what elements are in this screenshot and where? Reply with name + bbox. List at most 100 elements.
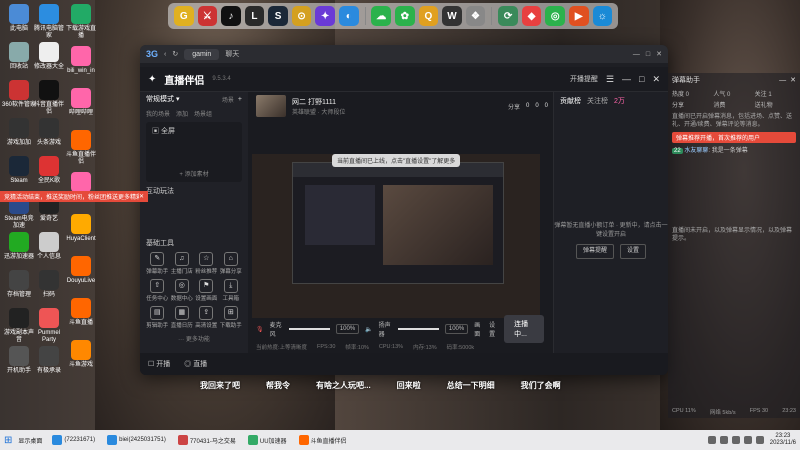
- mic-slider[interactable]: [289, 328, 330, 330]
- dock-app-icon[interactable]: ✿: [395, 6, 415, 26]
- start-stream-button[interactable]: ☐ 开播: [148, 359, 170, 369]
- tab-add[interactable]: 添加: [176, 109, 188, 118]
- desktop-icon[interactable]: 斗鱼游戏: [64, 340, 98, 369]
- taskbar-item[interactable]: 斗鱼直播伴侣: [295, 432, 351, 448]
- tab-follow[interactable]: 关注榜: [587, 96, 608, 106]
- desktop-icon[interactable]: 哔哩哔哩: [64, 88, 98, 117]
- chat-minimize-icon[interactable]: —: [779, 77, 786, 84]
- browser-tab[interactable]: gamin: [184, 48, 220, 60]
- desktop-icon[interactable]: 斗鱼直播: [64, 298, 98, 327]
- desktop-icon[interactable]: 此电脑: [2, 4, 36, 33]
- tray-icon-3[interactable]: [731, 436, 740, 444]
- danmu-remind-button[interactable]: 弹幕提醒: [575, 244, 614, 259]
- dock-app-icon[interactable]: Q: [418, 6, 439, 26]
- speaker-icon[interactable]: 🔈: [365, 326, 372, 333]
- chat-tab[interactable]: 聊天: [225, 49, 239, 59]
- desktop-icon[interactable]: bili_win_in: [64, 46, 98, 75]
- add-scene-icon[interactable]: +: [238, 96, 242, 103]
- settings-button[interactable]: 设置: [489, 320, 498, 338]
- chat-close-icon[interactable]: ✕: [790, 76, 796, 84]
- minimize-icon[interactable]: —: [633, 51, 640, 58]
- tool-button[interactable]: ▤ 剪辑助手: [146, 306, 169, 329]
- scene-item-fullscreen[interactable]: ▣ 全屏: [146, 122, 242, 140]
- back-icon[interactable]: ‹: [164, 51, 166, 58]
- taskbar-item[interactable]: (72231671): [48, 432, 99, 448]
- dock-app-icon[interactable]: L: [244, 6, 265, 26]
- desktop-icon[interactable]: 回收站: [2, 42, 36, 71]
- live-button[interactable]: ◎ 直播: [184, 359, 207, 369]
- mic-icon[interactable]: 🎙: [256, 326, 264, 333]
- close-icon[interactable]: ✕: [656, 50, 662, 58]
- dock-app-icon[interactable]: ☼: [592, 6, 613, 26]
- dock-app-icon[interactable]: G: [174, 6, 194, 26]
- desktop-icon[interactable]: 抖音直播伴侣: [32, 80, 66, 116]
- tool-button[interactable]: ☆ 粉丝推荐: [195, 252, 218, 275]
- tray-icon-1[interactable]: [707, 436, 716, 444]
- tool-button[interactable]: ♫ 主播门店: [171, 252, 194, 275]
- clock[interactable]: 23:23 2023/11/6: [770, 433, 796, 447]
- tool-button[interactable]: ⌂ 弹幕分享: [220, 252, 243, 275]
- more-functions[interactable]: ··· 更多功能: [140, 331, 248, 345]
- desktop-icon[interactable]: 头条游戏: [32, 118, 66, 147]
- taskbar-item[interactable]: biei(2425031751): [103, 432, 170, 448]
- dock-app-icon[interactable]: ✦: [315, 6, 335, 26]
- tray-icon-4[interactable]: [743, 436, 752, 444]
- speaker-slider[interactable]: [398, 328, 439, 330]
- stream-title[interactable]: 网二 打野1111: [292, 97, 345, 107]
- taskbar-item[interactable]: UU加速器: [244, 432, 291, 448]
- desktop-icon[interactable]: 个人信息: [32, 232, 66, 261]
- desktop-icon[interactable]: 开机助手: [2, 346, 36, 375]
- dock-app-icon[interactable]: S: [268, 6, 288, 26]
- tool-button[interactable]: ⊞ 下载助手: [220, 306, 243, 329]
- desktop-icon[interactable]: 全民K歌: [32, 156, 66, 185]
- desktop-icon[interactable]: 腾讯电脑管家: [32, 4, 66, 40]
- desktop-icon[interactable]: 扫码: [32, 270, 66, 299]
- maximize-icon[interactable]: □: [646, 51, 650, 58]
- desktop-icon[interactable]: 游戏加加: [2, 118, 36, 147]
- desktop-icon[interactable]: 斗鱼直播伴侣: [64, 130, 98, 166]
- screen-button[interactable]: 画面: [474, 320, 483, 338]
- go-live-button[interactable]: 连播中...: [504, 315, 544, 343]
- tool-button[interactable]: ⇧ 任务中心: [146, 279, 169, 302]
- desktop-icon[interactable]: HuyaClient: [64, 214, 98, 243]
- tab-contribution[interactable]: 贡献榜: [560, 96, 581, 106]
- desktop-icon[interactable]: 游戏副本声音: [2, 308, 36, 344]
- dock-app-icon[interactable]: ◐: [338, 6, 359, 26]
- app-minimize-icon[interactable]: —: [622, 74, 631, 84]
- dock-app-icon[interactable]: ⚔: [197, 6, 218, 26]
- desktop-icon[interactable]: 存档管理: [2, 270, 36, 299]
- stream-preview[interactable]: 当前直播间已上线，点击"直播设置"了解更多: [252, 154, 540, 318]
- dock-app-icon[interactable]: W: [442, 6, 462, 26]
- dock-app-icon[interactable]: ⊙: [291, 6, 312, 26]
- tray-icon-2[interactable]: [719, 436, 728, 444]
- desktop-icon[interactable]: Pummel Party: [32, 308, 66, 344]
- show-desktop-button[interactable]: 显示桌面: [18, 436, 42, 445]
- tool-button[interactable]: ▦ 直播日历: [171, 306, 194, 329]
- mode-select[interactable]: 常规模式 ▾: [146, 94, 179, 104]
- volume-icon[interactable]: [755, 436, 764, 444]
- alert-banner[interactable]: 竞猜活动结束，推送奖励时间，粉丝团推送更多精彩内容进行！ ✕: [0, 191, 148, 202]
- taskbar-item[interactable]: 770431-马之交易: [174, 432, 240, 448]
- dock-app-icon[interactable]: ☁: [371, 6, 392, 26]
- desktop-icon[interactable]: 360软件管家: [2, 80, 36, 109]
- tab-scene-group[interactable]: 场景组: [194, 109, 212, 118]
- windows-start-icon[interactable]: ⊞: [4, 435, 12, 446]
- mic-percent[interactable]: 100%: [335, 324, 360, 334]
- desktop-icon[interactable]: 下载游戏直播: [64, 4, 98, 40]
- dock-app-icon[interactable]: ♪: [221, 6, 241, 26]
- desktop-icon[interactable]: DouyuLive: [64, 256, 98, 285]
- desktop-icon[interactable]: 修改器大全: [32, 42, 66, 71]
- speaker-percent[interactable]: 100%: [444, 324, 469, 334]
- share-button[interactable]: 分享: [508, 102, 520, 111]
- add-source-button[interactable]: + 添加素材: [146, 169, 242, 178]
- refresh-icon[interactable]: ↻: [172, 50, 178, 58]
- dock-app-icon[interactable]: ▶: [568, 6, 589, 26]
- dock-app-icon[interactable]: ◆: [521, 6, 542, 26]
- right-settings-button[interactable]: 设置: [620, 244, 647, 259]
- desktop-icon[interactable]: 有极承录: [32, 346, 66, 375]
- remind-button[interactable]: 开播提醒: [570, 74, 598, 84]
- tool-button[interactable]: ⇪ 高清设置: [195, 306, 218, 329]
- app-maximize-icon[interactable]: □: [639, 74, 644, 84]
- menu-icon[interactable]: ☰: [606, 74, 614, 85]
- desktop-icon[interactable]: 迅游加速器: [2, 232, 36, 261]
